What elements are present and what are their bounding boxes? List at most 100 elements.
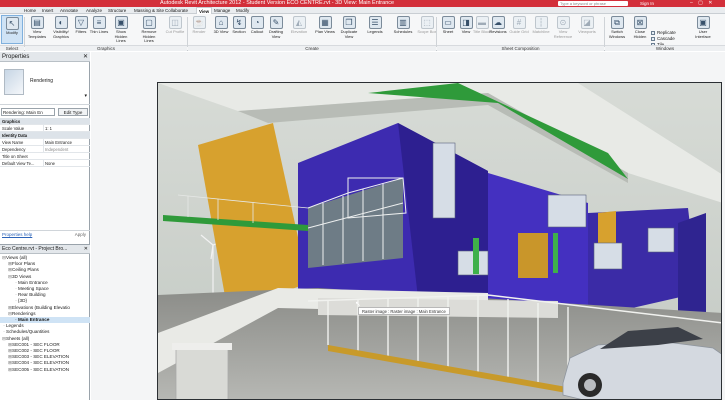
tab-structure[interactable]: Structure [106,7,128,14]
schedules-button[interactable]: ▥ Schedules [392,15,414,44]
show-hidden-lines-button[interactable]: ▣ Show Hidden Lines [110,15,132,44]
legends-button[interactable]: ☰ Legends [364,15,386,44]
property-value[interactable]: 1: 1 [43,125,88,132]
modify-label: Modify [6,30,18,35]
property-value[interactable]: None [43,160,88,167]
revision-cloud-icon: ☁ [491,16,505,29]
modify-button[interactable]: ↖ Modify [1,15,23,44]
drafting-view-button[interactable]: ✎ Drafting View [265,15,287,44]
properties-help-link[interactable]: Properties help [2,231,32,239]
close-hidden-button[interactable]: ⊠ Close Hidden [629,15,651,44]
cursor-arrow-icon: ↖ [355,301,361,308]
matchline-icon: ┆ [534,16,548,29]
drafting-label: Drafting View [268,29,283,39]
matchline-button[interactable]: ┆ Matchline [530,15,552,44]
tab-view[interactable]: View [196,7,213,14]
elevation-label: Elevation [290,29,308,34]
remove-hidden-label: Remove Hidden Lines [141,29,157,43]
user-interface-icon: ▣ [696,16,710,29]
type-selector[interactable]: Rendering ▾ [0,63,90,105]
property-value[interactable]: Main Entrance [43,139,88,146]
property-key: Scale Value [2,126,25,131]
tree-item[interactable]: ⊞SEC005 - SEC ELEVATION [0,367,90,373]
viewports-button[interactable]: ◪ Viewports [576,15,598,44]
cut-profile-button[interactable]: ◫ Cut Profile [164,15,186,44]
property-key: Title on Sheet [2,154,28,159]
revisions-button[interactable]: ☁ Revisions [487,15,509,44]
drafting-icon: ✎ [269,16,283,29]
close-icon[interactable]: ✕ [83,52,88,62]
edit-type-button[interactable]: Edit Type [58,108,88,116]
tab-home[interactable]: Home [22,7,38,14]
property-row[interactable]: Dependency Independent [0,146,90,153]
tab-modify[interactable]: Modify [234,7,251,14]
remove-hidden-lines-button[interactable]: ▢ Remove Hidden Lines [138,15,160,44]
rendering-viewport[interactable] [157,82,722,400]
scope-box-label: Scope Box [417,29,437,34]
rendering-thumbnail-icon [4,69,24,95]
cut-profile-icon: ◫ [168,16,182,29]
close-hidden-label: Close Hidden [633,29,647,39]
property-row[interactable]: Title on Sheet [0,153,90,160]
tab-collaborate[interactable]: Collaborate [163,7,190,14]
tree-item-label: SEC003 - SEC ELEVATION [12,354,70,360]
view-templates-icon: ▤ [30,16,44,29]
tree-item-label: Main Entrance [18,279,48,285]
elevation-button[interactable]: ◭ Elevation [288,15,310,44]
visibility-graphics-button[interactable]: ◐ Visibility/ Graphics [50,15,72,44]
house-3d-icon: ⌂ [214,16,228,29]
visibility-icon: ◐ [54,16,68,29]
close-icon[interactable]: ✕ [84,245,88,254]
group-separator [24,17,25,47]
tree-item-label: SEC005 - SEC ELEVATION [12,366,70,372]
replicate-label: Replicate [657,30,676,35]
chevron-down-icon[interactable]: ▾ [84,93,87,99]
property-row[interactable]: View Name Main Entrance [0,139,90,146]
section-icon: ↯ [232,16,246,29]
property-row[interactable]: Default View Te... None [0,160,90,167]
search-input[interactable]: Type a keyword or phrase [558,1,628,6]
scope-box-icon: ⬚ [420,16,434,29]
guide-grid-label: Guide Grid [509,29,529,34]
user-interface-button[interactable]: ▣ User Interface [692,15,714,44]
instance-selector[interactable]: Rendering: Main En [1,108,55,116]
property-key: Default View Te... [2,161,35,166]
thin-lines-button[interactable]: ≡ Thin Lines [88,15,110,44]
guide-grid-button[interactable]: # Guide Grid [508,15,530,44]
view-reference-label: View Reference [553,29,573,39]
cascade-icon [651,37,655,41]
tab-massing-site[interactable]: Massing & Site [132,7,166,14]
window-controls[interactable]: – ▢ ✕ [690,0,714,7]
view-templates-button[interactable]: ▤ View Templates [26,15,48,44]
view-templates-label: View Templates [27,29,47,39]
sign-in-link[interactable]: Sign In [640,0,654,7]
hidden-lines-icon: ▣ [114,16,128,29]
duplicate-icon: ❐ [342,16,356,29]
tree-item-label: Main Entrance [18,317,50,323]
view-reference-button[interactable]: ⊙ View Reference [552,15,574,44]
scope-box-button[interactable]: ⬚ Scope Box [416,15,438,44]
close-hidden-icon: ⊠ [633,16,647,29]
tab-analyze[interactable]: Analyze [84,7,104,14]
group-label-windows: Windows [605,45,725,51]
group-label-graphics: Graphics [25,45,187,51]
render-button[interactable]: ☕ Render [188,15,210,44]
plan-views-button[interactable]: ▦ Plan Views [314,15,336,44]
apply-button[interactable]: Apply [75,231,86,239]
project-browser-tree: ⊟Views (all) ⊞Floor Plans ⊞Ceiling Plans ⊟3… [0,254,90,373]
callout-icon: ◔ [250,16,264,29]
properties-grid: Graphics Scale Value 1: 1 Identity Data View… [0,118,90,167]
project-browser: Eco Centre.rvt - Project Bro... ✕ ⊟Views… [0,244,90,400]
duplicate-view-button[interactable]: ❐ Duplicate View [338,15,360,44]
switch-windows-button[interactable]: ⧉ Switch Windows [606,15,628,44]
schedules-label: Schedules [393,29,413,34]
matchline-label: Matchline [532,29,550,34]
tab-insert[interactable]: Insert [40,7,55,14]
properties-title: Properties [2,54,30,60]
property-value[interactable]: Independent [43,146,88,153]
tree-item-label: Sheets (all) [6,335,30,341]
property-row[interactable]: Scale Value 1: 1 [0,125,90,132]
tab-annotate[interactable]: Annotate [58,7,80,14]
instance-selector-row: Rendering: Main En Edit Type [0,108,90,116]
tab-manage[interactable]: Manage [212,7,232,14]
